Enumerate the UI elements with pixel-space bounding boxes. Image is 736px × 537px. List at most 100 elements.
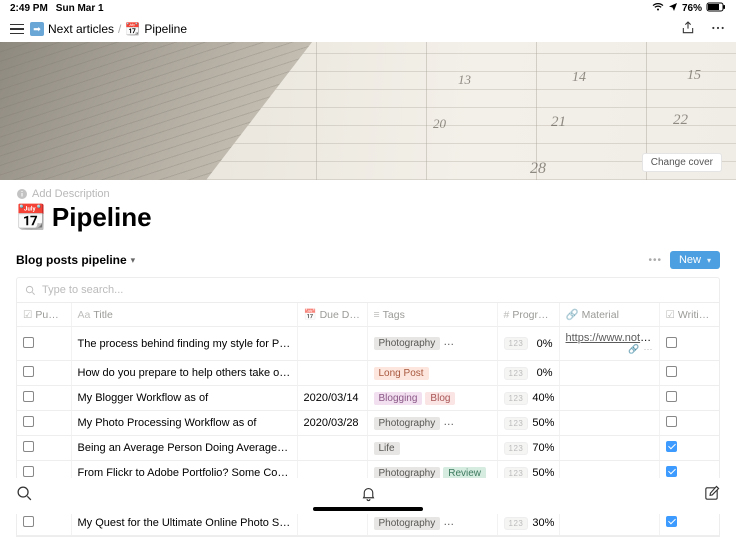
cell-due[interactable]: 2020/03/28 bbox=[297, 411, 367, 436]
page-emoji[interactable]: 📆 bbox=[16, 203, 46, 232]
tag[interactable]: I bbox=[489, 517, 497, 530]
cell-title[interactable]: My Photo Processing Workflow as of bbox=[71, 411, 297, 436]
cell-tags[interactable]: PhotographyReviewI bbox=[367, 511, 497, 536]
writing-checkbox[interactable] bbox=[666, 391, 677, 402]
cell-writing[interactable] bbox=[659, 386, 719, 411]
breadcrumb-parent[interactable]: Next articles bbox=[48, 22, 114, 36]
cell-tags[interactable]: Life bbox=[367, 436, 497, 461]
cell-material[interactable] bbox=[559, 386, 659, 411]
published-checkbox[interactable] bbox=[23, 391, 34, 402]
view-more-icon[interactable]: ••• bbox=[648, 255, 662, 266]
cell-progress[interactable]: 1230% bbox=[497, 361, 559, 386]
header-published[interactable]: ☑︎Published? bbox=[17, 303, 71, 327]
cell-tags[interactable]: Long Post bbox=[367, 361, 497, 386]
header-writing[interactable]: ☑︎Writing Sta bbox=[659, 303, 719, 327]
cell-tags[interactable]: BloggingBlog bbox=[367, 386, 497, 411]
header-progress[interactable]: #Progressi... bbox=[497, 303, 559, 327]
published-checkbox[interactable] bbox=[23, 416, 34, 427]
cell-title[interactable]: Being an Average Person Doing Average Th… bbox=[71, 436, 297, 461]
writing-checkbox[interactable] bbox=[666, 516, 677, 527]
table-row[interactable]: How do you prepare to help others take o… bbox=[17, 361, 719, 386]
table-row[interactable]: Being an Average Person Doing Average Th… bbox=[17, 436, 719, 461]
writing-checkbox[interactable] bbox=[666, 441, 677, 452]
compose-icon[interactable] bbox=[703, 485, 720, 507]
tag[interactable]: Photography bbox=[374, 417, 441, 430]
published-checkbox[interactable] bbox=[23, 366, 34, 377]
tag[interactable]: Photography bbox=[374, 337, 441, 350]
cell-due[interactable]: 2020/03/14 bbox=[297, 386, 367, 411]
calendar-number: 20 bbox=[433, 116, 446, 132]
calendar-number: 13 bbox=[458, 72, 471, 88]
more-icon[interactable] bbox=[710, 20, 726, 39]
cell-title[interactable]: My Quest for the Ultimate Online Photo S… bbox=[71, 511, 297, 536]
attachment-icon: 🔗 bbox=[628, 344, 639, 355]
tag[interactable]: Photography bbox=[374, 517, 441, 530]
search-row[interactable]: Type to search... bbox=[17, 278, 719, 303]
published-checkbox[interactable] bbox=[23, 516, 34, 527]
cell-writing[interactable] bbox=[659, 511, 719, 536]
cell-material[interactable]: https://www.notion.🔗⋯ bbox=[559, 327, 659, 361]
cell-progress[interactable]: 12350% bbox=[497, 411, 559, 436]
cell-material[interactable] bbox=[559, 411, 659, 436]
view-selector[interactable]: Blog posts pipeline bbox=[16, 253, 127, 267]
share-icon[interactable] bbox=[680, 20, 696, 39]
chevron-down-icon[interactable]: ▾ bbox=[131, 255, 136, 266]
published-checkbox[interactable] bbox=[23, 466, 34, 477]
material-link[interactable]: https://www.notion. bbox=[566, 332, 658, 344]
cell-writing[interactable] bbox=[659, 361, 719, 386]
cell-title[interactable]: How do you prepare to help others take o… bbox=[71, 361, 297, 386]
cell-progress[interactable]: 12340% bbox=[497, 386, 559, 411]
cell-due[interactable] bbox=[297, 361, 367, 386]
tag[interactable]: Blog bbox=[425, 392, 455, 405]
tag[interactable]: Life bbox=[374, 442, 400, 455]
chevron-down-icon[interactable]: ▾ bbox=[707, 256, 711, 265]
table-row[interactable]: My Photo Processing Workflow as of2020/0… bbox=[17, 411, 719, 436]
cell-material[interactable] bbox=[559, 361, 659, 386]
cell-due[interactable] bbox=[297, 436, 367, 461]
header-material[interactable]: 🔗Material bbox=[559, 303, 659, 327]
breadcrumb-page-icon[interactable]: 📆 bbox=[125, 22, 140, 36]
cell-progress[interactable]: 12330% bbox=[497, 511, 559, 536]
parent-page-icon[interactable]: ➡ bbox=[30, 22, 44, 36]
new-button[interactable]: New ▾ bbox=[670, 251, 720, 269]
breadcrumb-sep: / bbox=[118, 22, 121, 36]
cell-material[interactable] bbox=[559, 511, 659, 536]
published-checkbox[interactable] bbox=[23, 337, 34, 348]
cover-image[interactable]: 13 14 15 20 21 22 28 29 Change cover bbox=[0, 42, 736, 180]
breadcrumb-current[interactable]: Pipeline bbox=[144, 22, 187, 36]
cell-due[interactable] bbox=[297, 327, 367, 361]
cell-progress[interactable]: 12370% bbox=[497, 436, 559, 461]
header-tags[interactable]: ≡Tags bbox=[367, 303, 497, 327]
change-cover-button[interactable]: Change cover bbox=[642, 153, 722, 172]
header-title[interactable]: AaTitle bbox=[71, 303, 297, 327]
cell-due[interactable] bbox=[297, 511, 367, 536]
cell-writing[interactable] bbox=[659, 327, 719, 361]
cell-writing[interactable] bbox=[659, 411, 719, 436]
cell-title[interactable]: My Blogger Workflow as of bbox=[71, 386, 297, 411]
location-icon bbox=[668, 2, 678, 15]
tag[interactable]: Blogging bbox=[374, 392, 423, 405]
cell-tags[interactable]: PhotographyCreativity bbox=[367, 411, 497, 436]
cell-title[interactable]: The process behind finding my style for … bbox=[71, 327, 297, 361]
cell-writing[interactable] bbox=[659, 436, 719, 461]
menu-icon[interactable] bbox=[10, 24, 24, 35]
writing-checkbox[interactable] bbox=[666, 466, 677, 477]
cell-material[interactable] bbox=[559, 436, 659, 461]
writing-checkbox[interactable] bbox=[666, 366, 677, 377]
published-checkbox[interactable] bbox=[23, 441, 34, 452]
writing-checkbox[interactable] bbox=[666, 416, 677, 427]
table-row[interactable]: The process behind finding my style for … bbox=[17, 327, 719, 361]
home-indicator[interactable] bbox=[313, 507, 423, 511]
tag[interactable]: Long Post bbox=[374, 367, 429, 380]
cell-tags[interactable]: PhotographyCreativityI bbox=[367, 327, 497, 361]
notifications-icon[interactable] bbox=[360, 485, 377, 507]
search-icon[interactable] bbox=[16, 485, 33, 507]
cell-progress[interactable]: 1230% bbox=[497, 327, 559, 361]
table-row[interactable]: My Blogger Workflow as of2020/03/14Blogg… bbox=[17, 386, 719, 411]
add-description[interactable]: Add Description bbox=[16, 188, 720, 200]
table-row[interactable]: My Quest for the Ultimate Online Photo S… bbox=[17, 511, 719, 536]
page-title[interactable]: Pipeline bbox=[52, 202, 152, 233]
count-pill: 123 bbox=[504, 392, 529, 405]
header-due[interactable]: 📅Due Date bbox=[297, 303, 367, 327]
writing-checkbox[interactable] bbox=[666, 337, 677, 348]
